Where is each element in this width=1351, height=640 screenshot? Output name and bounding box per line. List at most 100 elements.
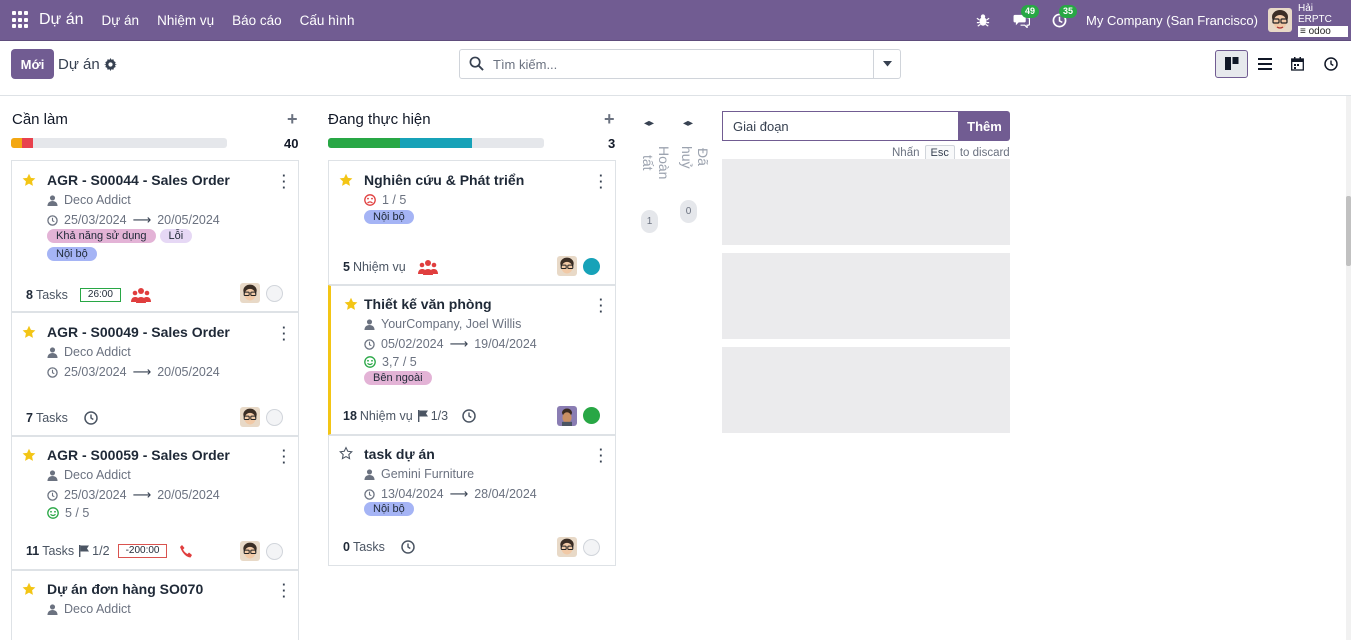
kanban-icon: [1224, 57, 1238, 70]
project-card[interactable]: AGR - S00044 - Sales Order · · · Deco Addi…: [11, 160, 299, 312]
progress-segment[interactable]: [328, 138, 400, 148]
messaging-icon[interactable]: 49: [1010, 5, 1040, 31]
card-partner: Deco Addict: [47, 468, 131, 482]
company-switcher[interactable]: My Company (San Francisco): [1086, 13, 1258, 28]
menu-tasks[interactable]: Nhiệm vụ: [157, 13, 214, 28]
date-start: 05/02/2024: [381, 337, 444, 351]
card-menu-dots-icon[interactable]: · · ·: [282, 169, 286, 194]
list-icon: [1257, 58, 1272, 70]
project-card[interactable]: AGR - S00059 - Sales Order · · · Deco Addi…: [11, 436, 299, 570]
tag: Bên ngoài: [364, 371, 432, 385]
status-circle[interactable]: [266, 543, 283, 560]
new-button[interactable]: Mới: [11, 49, 54, 79]
card-menu-dots-icon[interactable]: · · ·: [282, 578, 286, 603]
users-group-icon[interactable]: [130, 287, 151, 303]
tasks-link[interactable]: Tasks: [36, 411, 68, 425]
manager-avatar[interactable]: [557, 256, 577, 276]
tasks-link[interactable]: Tasks: [36, 288, 68, 302]
card-partner: Deco Addict: [47, 345, 131, 359]
progress-segment[interactable]: [399, 138, 472, 148]
search-icon: [469, 56, 485, 72]
column-todo-quick-create-plus-icon[interactable]: +: [287, 109, 298, 130]
database-name: ≡ odoo: [1298, 26, 1348, 37]
folded-column-done[interactable]: ◂▸ Hoàn tất 1: [638, 118, 672, 233]
status-circle[interactable]: [583, 539, 600, 556]
clock-icon: [364, 488, 375, 500]
app-brand[interactable]: Dự án: [39, 11, 84, 29]
card-tags: Nội bộ: [364, 210, 594, 228]
users-group-icon[interactable]: [417, 259, 438, 275]
activity-clock-icon[interactable]: [462, 409, 476, 423]
rating-value: 5 / 5: [65, 506, 90, 520]
card-footer: 18 Nhiệm vụ 1/3: [343, 409, 476, 423]
card-menu-dots-icon[interactable]: · · ·: [282, 321, 286, 346]
quick-add-stage: Thêm: [722, 111, 1010, 141]
stage-name-input[interactable]: [722, 111, 959, 141]
ghost-column-placeholder: [722, 347, 1010, 433]
project-card[interactable]: AGR - S00049 - Sales Order · · · Deco Addi…: [11, 312, 299, 436]
manager-avatar[interactable]: [240, 541, 260, 561]
manager-avatar[interactable]: [240, 283, 260, 303]
activity-clock-icon[interactable]: 35: [1048, 5, 1078, 31]
card-title: Thiết kế văn phòng: [364, 296, 492, 312]
project-card[interactable]: task dự án · · · Gemini Furniture 13/04/20…: [328, 435, 616, 566]
column-todo-progressbar[interactable]: [11, 138, 227, 148]
card-menu-dots-icon[interactable]: · · ·: [599, 443, 603, 468]
expand-arrows-icon[interactable]: ◂▸: [677, 118, 699, 129]
tasks-link[interactable]: Nhiệm vụ: [360, 409, 413, 423]
user-menu[interactable]: Hải ERPTC ≡ odoo: [1298, 3, 1348, 37]
project-card[interactable]: Dự án đơn hàng SO070 · · · Deco Addict: [11, 570, 299, 640]
kanban-view-button[interactable]: [1215, 50, 1248, 78]
menu-projects[interactable]: Dự án: [102, 13, 140, 28]
gear-icon[interactable]: [104, 58, 117, 71]
search-options-toggle[interactable]: [873, 50, 900, 78]
favorite-star-icon[interactable]: [339, 173, 353, 187]
status-circle[interactable]: [266, 409, 283, 426]
favorite-star-icon[interactable]: [22, 173, 36, 187]
add-stage-button[interactable]: Thêm: [959, 111, 1010, 141]
manager-avatar[interactable]: [557, 537, 577, 557]
user-avatar[interactable]: [1268, 8, 1292, 32]
menu-configuration[interactable]: Cấu hình: [300, 13, 355, 28]
status-circle[interactable]: [583, 407, 600, 424]
flag-icon: [79, 545, 90, 557]
progress-segment[interactable]: [21, 138, 33, 148]
tasks-link[interactable]: Nhiệm vụ: [353, 260, 406, 274]
activity-view-button[interactable]: [1314, 50, 1347, 78]
tasks-link[interactable]: Tasks: [42, 544, 74, 558]
manager-avatar[interactable]: [240, 407, 260, 427]
calendar-view-button[interactable]: [1281, 50, 1314, 78]
card-menu-dots-icon[interactable]: · · ·: [599, 169, 603, 194]
scrollbar-thumb[interactable]: [1346, 196, 1351, 266]
status-circle[interactable]: [266, 285, 283, 302]
favorite-star-icon[interactable]: [22, 325, 36, 339]
column-inprogress-progressbar[interactable]: [328, 138, 544, 148]
app-menu-icon[interactable]: [12, 11, 30, 29]
card-menu-dots-icon[interactable]: · · ·: [599, 293, 603, 318]
folded-column-title: Đã huỷ: [679, 146, 711, 169]
project-card[interactable]: Nghiên cứu & Phát triển · · · 1 / 5 Nội bộ…: [328, 160, 616, 285]
folded-column-cancelled[interactable]: ◂▸ Đã huỷ 0: [677, 118, 711, 223]
menu-reporting[interactable]: Báo cáo: [232, 13, 282, 28]
column-inprogress-quick-create-plus-icon[interactable]: +: [604, 109, 615, 130]
expand-arrows-icon[interactable]: ◂▸: [638, 118, 660, 129]
activity-clock-icon[interactable]: [84, 411, 98, 425]
activity-clock-icon[interactable]: [401, 540, 415, 554]
project-card[interactable]: Thiết kế văn phòng · · · YourCompany, Joel…: [328, 285, 616, 435]
favorite-star-outline-icon[interactable]: [339, 446, 353, 460]
status-circle[interactable]: [583, 258, 600, 275]
card-menu-dots-icon[interactable]: · · ·: [282, 444, 286, 469]
ghost-column-placeholder: [722, 159, 1010, 245]
tasks-link[interactable]: Tasks: [353, 540, 385, 554]
favorite-star-icon[interactable]: [22, 582, 36, 596]
search-input[interactable]: [493, 56, 863, 72]
vertical-scrollbar[interactable]: [1346, 96, 1351, 640]
phone-icon[interactable]: [179, 544, 193, 558]
favorite-star-icon[interactable]: [344, 297, 358, 311]
manager-avatar[interactable]: [557, 406, 577, 426]
list-view-button[interactable]: [1248, 50, 1281, 78]
progress-segment[interactable]: [11, 138, 22, 148]
favorite-star-icon[interactable]: [22, 448, 36, 462]
partner-name: Deco Addict: [64, 345, 131, 359]
debug-bug-icon[interactable]: [972, 9, 994, 31]
